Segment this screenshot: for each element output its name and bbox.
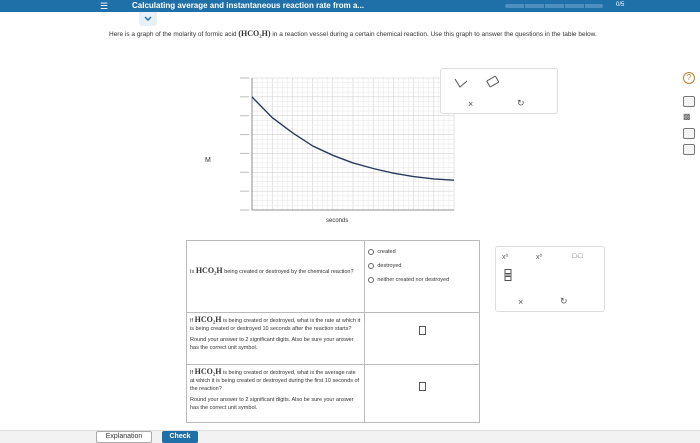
- instantaneous-rate-input[interactable]: [418, 326, 426, 335]
- radio-button[interactable]: [368, 249, 375, 255]
- question-prompt: Here is a graph of the molarity of formi…: [109, 28, 669, 40]
- multiply-button[interactable]: □·□: [572, 253, 583, 260]
- line-tool-icon[interactable]: [453, 77, 469, 89]
- graph-grid: [251, 77, 455, 211]
- menu-icon[interactable]: ☰: [100, 1, 110, 11]
- y-axis-label: M: [205, 157, 211, 164]
- eraser-icon[interactable]: [485, 75, 501, 89]
- calculator-icon[interactable]: [683, 96, 695, 107]
- table-row: If HCO₂H is being created or destroyed, …: [185, 312, 480, 365]
- prompt-text-before: Here is a graph of the molarity of formi…: [109, 31, 237, 38]
- graph-tools-panel: × ↻: [440, 68, 558, 114]
- answer-cell: [364, 364, 480, 423]
- clear-answer-button[interactable]: ×: [518, 297, 523, 307]
- answer-tools-panel: x⁰ x⁰ □·□ × ↻: [495, 246, 605, 312]
- reset-graph-button[interactable]: ↻: [517, 98, 525, 109]
- chevron-down-icon: [144, 16, 152, 21]
- option-destroyed[interactable]: destroyed: [368, 262, 476, 270]
- question-table: Is HCO₂H being created or destroyed by t…: [185, 240, 480, 423]
- superscript-button[interactable]: x⁰: [502, 253, 508, 261]
- x-axis-label: seconds: [326, 218, 348, 224]
- data-table-icon[interactable]: [683, 144, 695, 155]
- average-rate-input[interactable]: [418, 382, 426, 391]
- y-tick-marks: [240, 77, 249, 211]
- table-row: Is HCO₂H being created or destroyed by t…: [185, 240, 480, 313]
- question-cell: If HCO₂H is being created or destroyed, …: [185, 312, 366, 365]
- chart-icon[interactable]: ▩: [683, 112, 695, 123]
- radio-button[interactable]: [368, 263, 375, 269]
- option-neither[interactable]: neither created nor destroyed: [368, 276, 476, 284]
- check-button[interactable]: Check: [162, 431, 198, 443]
- answer-cell: created destroyed neither created nor de…: [364, 240, 480, 313]
- assignment-title: Calculating average and instantaneous re…: [132, 1, 365, 10]
- collapse-toggle[interactable]: [139, 12, 157, 26]
- progress-bar: [505, 4, 603, 8]
- fraction-icon[interactable]: [504, 269, 512, 281]
- question-cell: If HCO₂H is being created or destroyed, …: [185, 364, 366, 423]
- table-row: If HCO₂H is being created or destroyed, …: [185, 364, 480, 423]
- periodic-table-icon[interactable]: [683, 128, 695, 139]
- molarity-graph: M seconds: [205, 77, 455, 224]
- answer-cell: [364, 312, 480, 365]
- radio-button[interactable]: [368, 277, 375, 283]
- help-icon[interactable]: ?: [683, 72, 695, 84]
- reset-answer-button[interactable]: ↻: [560, 296, 568, 307]
- explanation-button[interactable]: Explanation: [96, 431, 152, 443]
- option-created[interactable]: created: [368, 248, 476, 256]
- prompt-formula: (HCO₂H): [238, 29, 271, 38]
- clear-graph-button[interactable]: ×: [468, 99, 473, 109]
- prompt-text-after: in a reaction vessel during a certain ch…: [272, 31, 597, 38]
- question-cell: Is HCO₂H being created or destroyed by t…: [185, 240, 366, 313]
- power-button[interactable]: x⁰: [536, 253, 542, 261]
- progress-count: 0/5: [616, 2, 625, 8]
